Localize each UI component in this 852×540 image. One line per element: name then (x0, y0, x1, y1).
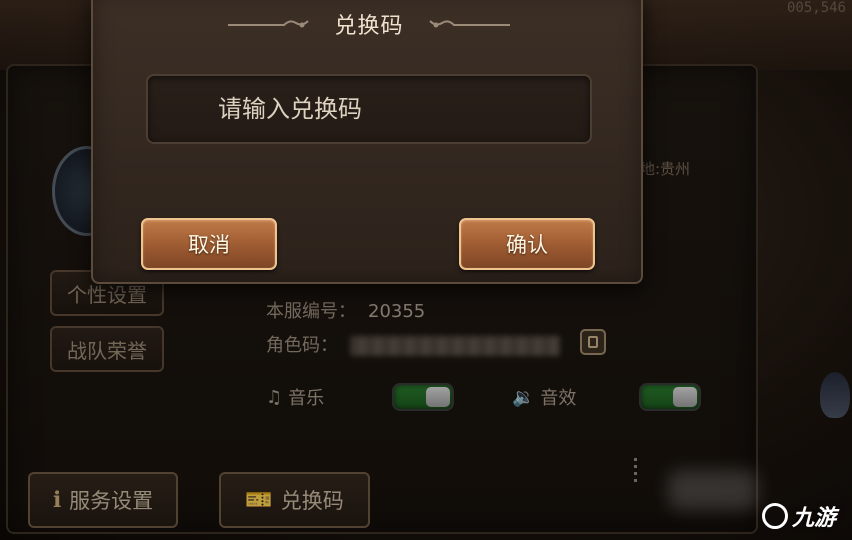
music-row: ♫ 音乐 (266, 384, 324, 410)
cancel-button[interactable]: 取消 (141, 218, 277, 270)
redeem-code-input[interactable] (146, 74, 592, 144)
blurred-element (668, 470, 758, 510)
copy-icon[interactable] (580, 329, 606, 355)
music-label: 音乐 (288, 388, 325, 409)
watermark-text: 九游 (792, 506, 837, 531)
redeem-code-dialog: 兑换码 取消 确认 (91, 0, 643, 284)
server-number-row: 本服编号： 20355 (266, 297, 425, 323)
role-code-redacted (350, 336, 560, 356)
confirm-button[interactable]: 确认 (459, 218, 595, 270)
left-flourish-icon (228, 20, 310, 28)
redeem-code-button[interactable]: 🎫 兑换码 (219, 472, 370, 528)
site-watermark: 九游 (762, 500, 836, 532)
side-decoration (820, 372, 850, 418)
toggle-knob (673, 387, 697, 407)
dialog-header: 兑换码 (93, 4, 645, 44)
server-number-label: 本服编号： (266, 301, 356, 322)
info-icon: ℹ (52, 487, 62, 513)
drag-handle[interactable] (634, 458, 637, 486)
service-settings-label: 服务设置 (69, 489, 154, 513)
toggle-knob (426, 387, 450, 407)
role-code-label: 角色码： (266, 335, 338, 356)
music-toggle[interactable] (392, 383, 454, 411)
role-code-row: 角色码： (266, 331, 560, 357)
music-note-icon: ♫ (266, 386, 283, 408)
team-honor-button[interactable]: 战队荣誉 (50, 326, 164, 372)
sfx-toggle[interactable] (639, 383, 701, 411)
server-number-value: 20355 (368, 301, 426, 322)
dialog-title: 兑换码 (334, 14, 404, 39)
speaker-icon: 🔉 (512, 386, 535, 408)
resource-counter: 005,546 (786, 0, 846, 16)
ticket-icon: 🎫 (245, 487, 273, 513)
redeem-code-label: 兑换码 (280, 489, 344, 513)
service-settings-button[interactable]: ℹ 服务设置 (28, 472, 178, 528)
sfx-row: 🔉 音效 (512, 384, 576, 410)
location-text: 地:贵州 (640, 160, 691, 178)
watermark-logo-icon (762, 503, 788, 529)
sfx-label: 音效 (540, 388, 577, 409)
right-flourish-icon (428, 20, 510, 28)
